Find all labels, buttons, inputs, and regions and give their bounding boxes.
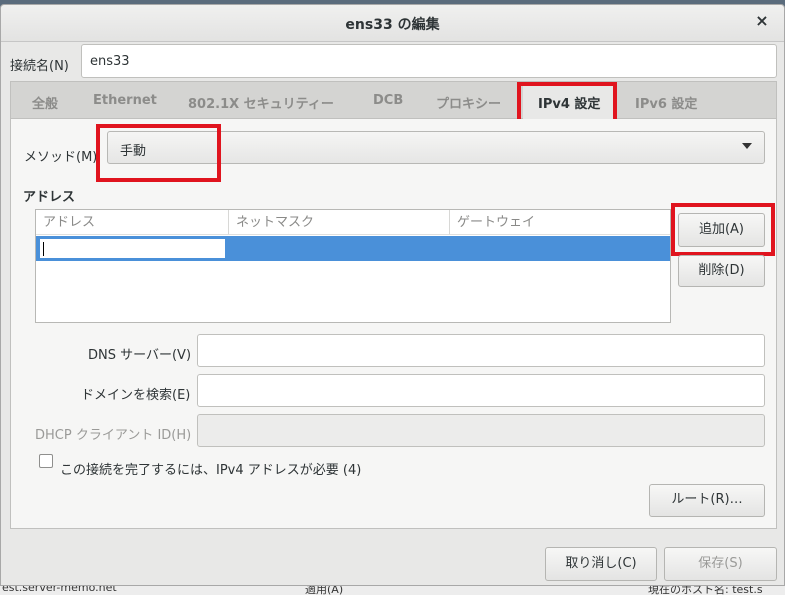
connection-name-input[interactable] [81,44,777,78]
text-caret [43,242,44,256]
ipv4-tab-highlight [517,82,617,124]
tab-dcb[interactable]: DCB [373,93,403,108]
dhcp-client-id-input [197,414,765,447]
require-ipv4-checkbox[interactable] [39,454,53,468]
tab-ethernet[interactable]: Ethernet [93,93,157,108]
column-header-address[interactable]: アドレス [36,210,229,235]
search-domains-label: ドメインを検索(E) [81,388,191,403]
title-bar[interactable]: ens33 の編集 × [1,5,784,42]
close-icon[interactable]: × [752,11,772,31]
delete-address-button[interactable]: 削除(D) [678,255,765,287]
tab-general[interactable]: 全般 [32,93,58,112]
method-label: メソッド(M) [24,150,98,165]
routes-button[interactable]: ルート(R)… [649,484,765,517]
address-table[interactable]: アドレス ネットマスク ゲートウェイ [35,209,671,323]
method-highlight [96,124,221,182]
dropdown-arrow-icon [742,143,752,149]
search-domains-input[interactable] [197,374,765,407]
tab-proxy[interactable]: プロキシー [436,93,501,112]
column-header-gateway[interactable]: ゲートウェイ [450,210,670,235]
address-section-title: アドレス [23,190,76,205]
dns-servers-label: DNS サーバー(V) [88,348,192,363]
connection-name-label: 接続名(N) [10,59,69,74]
column-header-netmask[interactable]: ネットマスク [229,210,450,235]
add-button-highlight [671,203,775,256]
tab-ipv6-settings[interactable]: IPv6 設定 [635,93,697,112]
table-row[interactable] [36,236,670,261]
save-button: 保存(S) [664,547,777,581]
tab-bar: 全般 Ethernet 802.1X セキュリティー DCB プロキシー IPv… [10,81,777,119]
address-cell-editor[interactable] [39,238,226,259]
require-ipv4-label[interactable]: この接続を完了するには、IPv4 アドレスが必要 (4) [60,459,361,478]
cancel-button[interactable]: 取り消し(C) [545,547,657,581]
tab-8021x-security[interactable]: 802.1X セキュリティー [188,93,334,112]
dialog-title: ens33 の編集 [345,17,440,33]
dns-servers-input[interactable] [197,334,765,367]
dhcp-client-id-label: DHCP クライアント ID(H) [35,428,192,443]
